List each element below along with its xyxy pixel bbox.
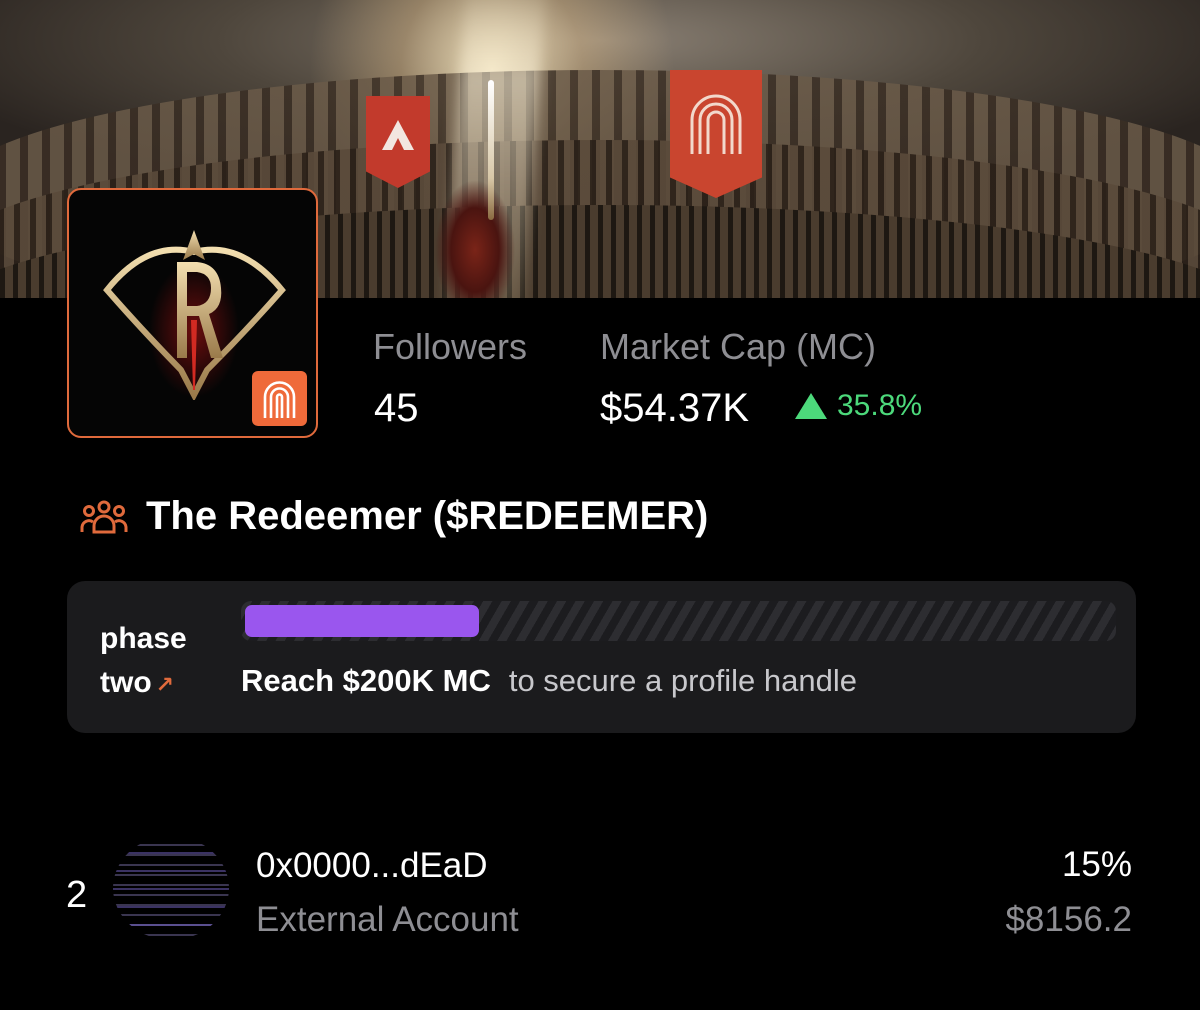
market-cap-change: 35.8%	[795, 389, 922, 423]
token-title: The Redeemer ($REDEEMER)	[146, 494, 709, 538]
banner-flag-right	[670, 70, 762, 198]
phase-progress-track	[241, 601, 1116, 641]
holder-usd-value: $8156.2	[1005, 900, 1132, 939]
phase-progress-fill	[245, 605, 479, 637]
triangle-logo-icon	[382, 120, 414, 150]
holder-avatar[interactable]	[113, 836, 229, 940]
holder-percent: 15%	[1061, 845, 1132, 884]
platform-badge-icon-wrap	[252, 371, 307, 426]
market-cap-label: Market Cap (MC)	[600, 326, 877, 367]
phase-label-line1: phase	[100, 622, 187, 655]
phase-goal-target: Reach $200K MC	[241, 663, 491, 698]
token-title-row: The Redeemer ($REDEEMER)	[80, 494, 708, 539]
up-triangle-icon	[795, 393, 827, 419]
gladiator-figure	[430, 170, 520, 298]
phase-card: phase two ↗ Reach $200K MC to secure a pro…	[67, 581, 1136, 733]
phase-label-line2: two	[100, 666, 152, 699]
banner-flag-left	[366, 96, 430, 188]
holder-address[interactable]: 0x0000...dEaD	[256, 846, 488, 886]
phase-goal: Reach $200K MC to secure a profile handle	[241, 663, 857, 699]
arch-logo-icon	[263, 381, 296, 418]
market-cap-change-percent: 35.8%	[837, 389, 923, 422]
external-arrow-icon: ↗	[155, 672, 175, 697]
holder-rank: 2	[66, 874, 88, 916]
arch-logo-icon	[690, 94, 742, 154]
holder-account-type: External Account	[256, 900, 519, 939]
followers-label: Followers	[373, 326, 528, 367]
followers-count[interactable]: 45	[374, 386, 419, 431]
raised-sword	[488, 80, 494, 220]
market-cap-value: $54.37K	[600, 386, 750, 430]
phase-link[interactable]: phase two ↗	[100, 617, 210, 707]
phase-goal-description: to secure a profile handle	[508, 663, 857, 698]
community-icon	[80, 500, 128, 533]
